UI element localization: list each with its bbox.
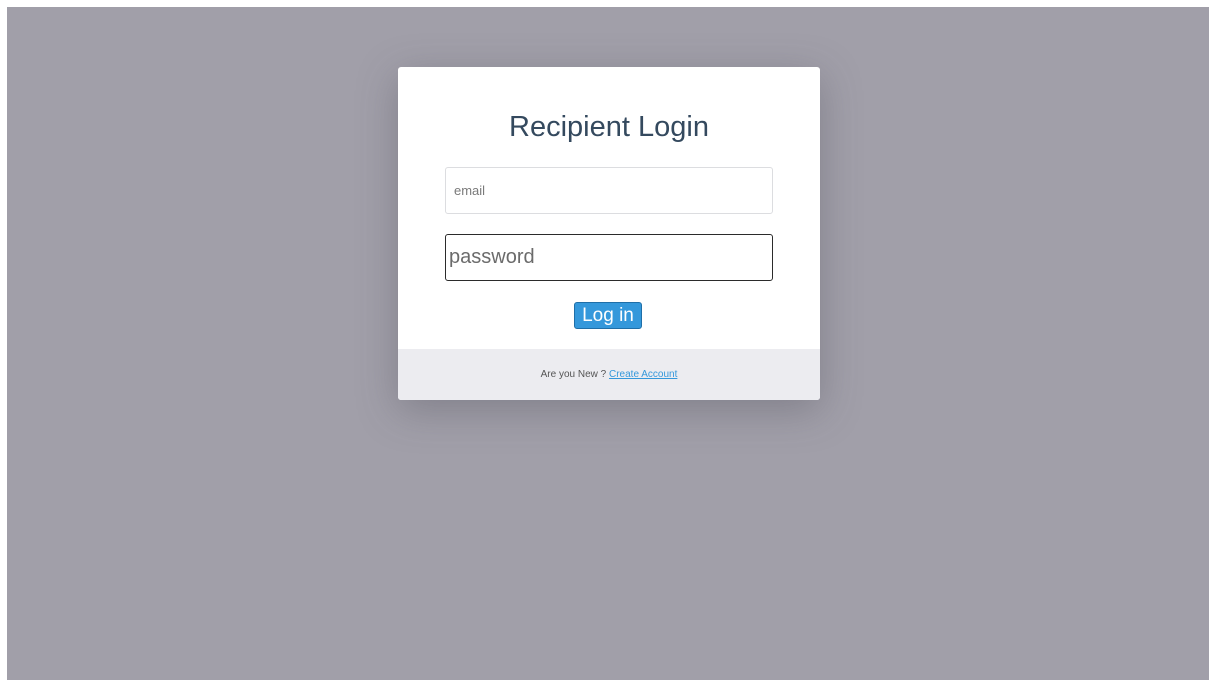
footer-prompt: Are you New ? xyxy=(540,369,607,380)
login-button[interactable]: Log in xyxy=(574,302,642,329)
email-field[interactable] xyxy=(445,167,773,214)
page-backdrop: Recipient Login Log in Are you New ? Cre… xyxy=(7,7,1209,680)
password-field[interactable] xyxy=(445,234,773,281)
login-card: Recipient Login Log in Are you New ? Cre… xyxy=(398,67,820,400)
create-account-link[interactable]: Create Account xyxy=(609,369,677,380)
card-footer: Are you New ? Create Account xyxy=(398,349,820,400)
page-title: Recipient Login xyxy=(509,111,709,143)
